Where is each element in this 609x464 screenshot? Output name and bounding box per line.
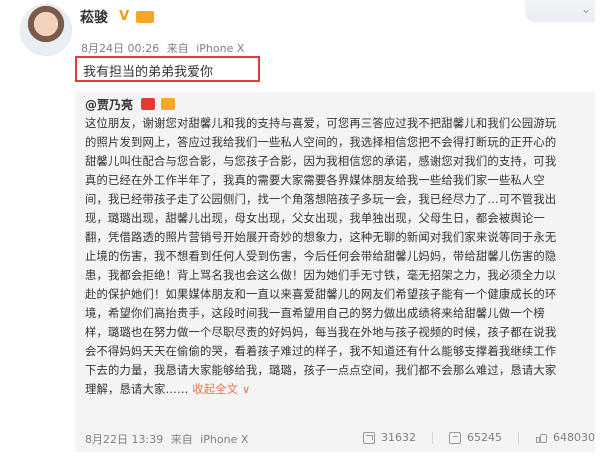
post-meta: 8月24日 00:26 来自 iPhone X	[81, 40, 244, 56]
divider	[432, 431, 433, 444]
retweet-line: 翻，凭借路透的照片营销号开始展开奇妙的想象力，这种无聊的新闻对我们家来说等同于永…	[85, 231, 557, 244]
retweet-date[interactable]: 8月22日 13:39	[85, 433, 163, 446]
source-prefix: 来自	[170, 433, 193, 446]
post-date[interactable]: 8月24日 00:26	[81, 42, 159, 55]
retweet-line-last: 理解，恳请大家…… 收起全文 ∨	[85, 380, 595, 399]
retweet-line: 样，璐璐也在努力做一个尽职尽责的好妈妈，每当我在外地与孩子视频的时候，孩子都在说…	[85, 326, 557, 339]
comment-stat[interactable]: 65245	[449, 431, 502, 444]
source-prefix: 来自	[166, 42, 189, 55]
verified-badge-icon	[140, 98, 155, 110]
share-icon	[363, 431, 375, 444]
divider	[518, 431, 519, 444]
author-name[interactable]: 菘骏	[80, 7, 108, 27]
verified-v-badge: V	[119, 9, 130, 24]
chevron-down-icon[interactable]: ⌄	[581, 2, 591, 16]
retweet-line: 会不得妈妈天天在偷偷的哭，看着孩子难过的样子，我不知道还有什么能够支撑着我继续工…	[85, 345, 557, 358]
retweet-line: 止境的伤害，我不想看到任何人受到伤害，今后任何会带给甜馨儿妈妈，带给甜馨儿伤害的…	[85, 250, 557, 263]
retweet-line: 下去的力量，我恳请大家能够给我，璐璐，孩子一点点空间，我们都不会那么难过，恳请大…	[85, 364, 557, 377]
like-icon	[535, 432, 547, 444]
post-source[interactable]: iPhone X	[196, 42, 244, 55]
author-avatar[interactable]	[20, 4, 72, 56]
like-stat[interactable]: 648030	[535, 431, 595, 444]
retweet-line: 甜馨儿叫住配合与您合影，与您孩子合影，因为我相信您的承诺，感谢您对我们的支持，可…	[85, 155, 557, 168]
retweet-author[interactable]: @贾乃亮	[85, 98, 133, 112]
comment-icon	[449, 431, 461, 444]
retweet-line: 理解，恳请大家……	[85, 383, 189, 396]
retweet-line: 境，希望你们高抬贵手，这段时间我一直希望用自己的努力做出成绩将来给甜馨儿做一个榜	[85, 307, 545, 320]
collapse-text-link[interactable]: 收起全文 ∨	[192, 383, 250, 396]
share-count: 31632	[381, 431, 416, 444]
post-header: 菘骏 V	[80, 6, 155, 27]
retweet-author-row: @贾乃亮	[85, 96, 175, 113]
retweet-body: 这位朋友，谢谢您对甜馨儿和我的支持与喜爱，可您再三答应过我不把甜馨儿和我们公园游…	[85, 114, 595, 399]
retweet-line: 真的已经在外工作半年了，我真的需要大家需要各界媒体朋友给我一些给我们家一些私人空	[85, 174, 545, 187]
comment-count: 65245	[467, 431, 502, 444]
crown-icon	[160, 98, 175, 110]
like-count: 648030	[553, 431, 595, 444]
retweet-line: 这位朋友，谢谢您对甜馨儿和我的支持与喜爱，可您再三答应过我不把甜馨儿和我们公园游…	[85, 117, 557, 130]
retweet-stats: 31632 65245 648030	[363, 431, 595, 444]
crown-icon	[136, 10, 155, 23]
retweet-line: 患，我都会拒绝！背上骂名我也会这么做！因为她们手无寸铁，毫无招架之力，我必须全力…	[85, 269, 557, 282]
share-stat[interactable]: 31632	[363, 431, 416, 444]
post-text: 我有担当的弟弟我爱你	[83, 65, 214, 80]
retweet-line: 间，我已经带孩子走了公园侧门，找一个角落想陪孩子多玩一会，我已经尽力了…可不管我…	[85, 193, 557, 206]
retweet-source[interactable]: iPhone X	[200, 433, 248, 446]
retweet-line: 的照片发到网上，答应过我给我们一些私人空间的，我选择相信您把不会得打断玩的正开心…	[85, 136, 557, 149]
retweet-footer: 8月22日 13:39 来自 iPhone X 31632 65245 6480…	[85, 431, 595, 447]
retweet-line: 赴的保护她们！如果媒体朋友和一直以来喜爱甜馨儿的网友们希望孩子能有一个健康成长的…	[85, 288, 557, 301]
retweet-line: 现，璐璐出现，甜馨儿出现，母女出现，父女出现，我单独出现，父母生日，都会被舆论一	[85, 212, 545, 225]
